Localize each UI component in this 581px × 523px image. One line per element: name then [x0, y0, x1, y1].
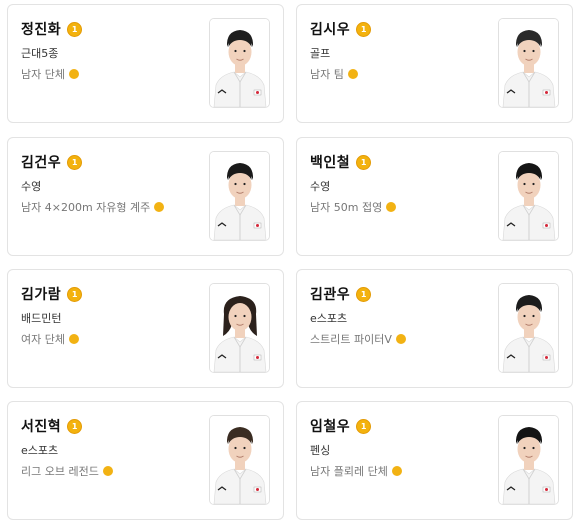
event-label: 남자 팀	[310, 68, 344, 81]
name-row: 정진화	[21, 19, 83, 39]
athlete-photo[interactable]	[498, 283, 559, 373]
event-label: 남자 50m 접영	[310, 201, 383, 214]
athlete-name: 정진화	[21, 22, 62, 38]
athlete-photo[interactable]	[498, 151, 559, 241]
event-row: 남자 팀	[310, 66, 358, 82]
name-row: 김시우	[310, 19, 372, 39]
gold-medal-icon	[67, 21, 83, 37]
sport-label: 수영	[310, 180, 331, 193]
athlete-card[interactable]: 김가람 배드민턴 여자 단체	[7, 269, 284, 388]
event-label: 여자 단체	[21, 333, 65, 346]
sport-label: 수영	[21, 180, 42, 193]
event-label: 스트리트 파이터V	[310, 333, 392, 346]
gold-medal-icon	[356, 418, 372, 434]
sport-label: 근대5종	[21, 47, 59, 60]
event-row: 남자 플뢰레 단체	[310, 463, 402, 479]
event-label: 남자 단체	[21, 68, 65, 81]
event-row: 리그 오브 레전드	[21, 463, 113, 479]
athlete-photo[interactable]	[498, 18, 559, 108]
athlete-photo[interactable]	[209, 18, 270, 108]
event-label: 남자 플뢰레 단체	[310, 465, 388, 478]
athlete-photo[interactable]	[498, 415, 559, 505]
event-row: 남자 50m 접영	[310, 199, 397, 215]
event-label: 남자 4×200m 자유형 계주	[21, 201, 151, 214]
athlete-name: 김건우	[21, 155, 62, 171]
name-row: 임철우	[310, 416, 372, 436]
gold-medal-icon	[67, 154, 83, 170]
gold-medal-dot-icon	[102, 466, 113, 476]
event-row: 여자 단체	[21, 331, 79, 347]
event-row: 스트리트 파이터V	[310, 331, 406, 347]
name-row: 서진혁	[21, 416, 83, 436]
gold-medal-icon	[356, 154, 372, 170]
gold-medal-icon	[356, 21, 372, 37]
gold-medal-icon	[356, 286, 372, 302]
name-row: 김관우	[310, 284, 372, 304]
athlete-name: 김가람	[21, 287, 62, 303]
gold-medal-dot-icon	[347, 69, 358, 79]
sport-label: 펜싱	[310, 444, 331, 457]
athlete-card[interactable]: 서진혁 e스포츠 리그 오브 레전드	[7, 401, 284, 520]
gold-medal-dot-icon	[154, 202, 165, 212]
sport-label: e스포츠	[310, 312, 348, 325]
event-label: 리그 오브 레전드	[21, 465, 99, 478]
athlete-card[interactable]: 김건우 수영 남자 4×200m 자유형 계주	[7, 137, 284, 256]
athlete-card[interactable]: 정진화 근대5종 남자 단체	[7, 4, 284, 123]
athlete-card[interactable]: 임철우 펜싱 남자 플뢰레 단체	[296, 401, 573, 520]
name-row: 김가람	[21, 284, 83, 304]
gold-medal-dot-icon	[386, 202, 397, 212]
sport-label: 배드민턴	[21, 312, 62, 325]
sport-label: e스포츠	[21, 444, 59, 457]
gold-medal-dot-icon	[391, 466, 402, 476]
event-row: 남자 4×200m 자유형 계주	[21, 199, 165, 215]
athlete-card[interactable]: 김시우 골프 남자 팀	[296, 4, 573, 123]
athlete-name: 김관우	[310, 287, 351, 303]
athlete-photo[interactable]	[209, 415, 270, 505]
athlete-name: 김시우	[310, 22, 351, 38]
athlete-card[interactable]: 백인철 수영 남자 50m 접영	[296, 137, 573, 256]
athlete-photo[interactable]	[209, 283, 270, 373]
event-row: 남자 단체	[21, 66, 79, 82]
sport-label: 골프	[310, 47, 331, 60]
gold-medal-dot-icon	[68, 69, 79, 79]
athlete-name: 백인철	[310, 155, 351, 171]
name-row: 백인철	[310, 152, 372, 172]
gold-medal-dot-icon	[68, 334, 79, 344]
athlete-photo[interactable]	[209, 151, 270, 241]
athlete-name: 서진혁	[21, 419, 62, 435]
gold-medal-icon	[67, 286, 83, 302]
gold-medal-icon	[67, 418, 83, 434]
athlete-card[interactable]: 김관우 e스포츠 스트리트 파이터V	[296, 269, 573, 388]
gold-medal-dot-icon	[395, 334, 406, 344]
athlete-name: 임철우	[310, 419, 351, 435]
name-row: 김건우	[21, 152, 83, 172]
